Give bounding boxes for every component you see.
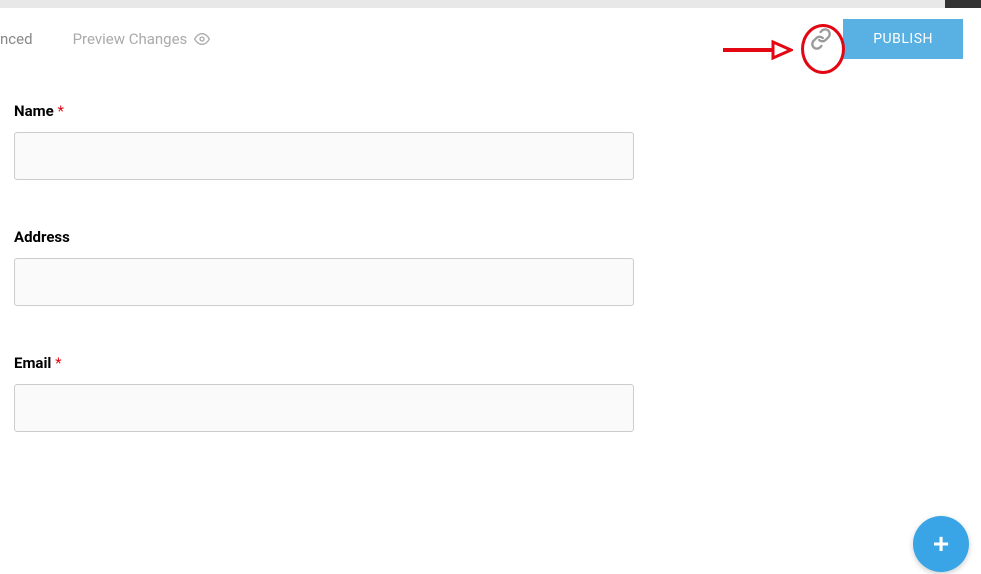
- top-bar-dark-segment: [945, 0, 981, 8]
- preview-changes-button[interactable]: Preview Changes: [73, 30, 211, 48]
- form-group-email: Email *: [14, 354, 967, 432]
- form-group-address: Address: [14, 228, 967, 306]
- name-input[interactable]: [14, 132, 634, 180]
- name-label-text: Name: [14, 102, 54, 120]
- email-label: Email *: [14, 354, 967, 372]
- form-group-name: Name *: [14, 102, 967, 180]
- address-label-text: Address: [14, 228, 70, 246]
- publish-button[interactable]: PUBLISH: [843, 19, 963, 59]
- required-mark: *: [55, 354, 61, 372]
- link-button[interactable]: [809, 27, 833, 51]
- header-row: nced Preview Changes PUBLISH: [0, 8, 981, 70]
- required-mark: *: [57, 102, 63, 120]
- form-container: Name * Address Email *: [0, 70, 981, 432]
- top-thin-bar: [0, 0, 981, 8]
- address-input[interactable]: [14, 258, 634, 306]
- name-label: Name *: [14, 102, 967, 120]
- address-label: Address: [14, 228, 967, 246]
- link-icon: [809, 27, 833, 51]
- add-fab-button[interactable]: +: [913, 516, 969, 572]
- preview-changes-label: Preview Changes: [73, 30, 188, 48]
- plus-icon: +: [933, 528, 949, 560]
- email-input[interactable]: [14, 384, 634, 432]
- advanced-tab-partial[interactable]: nced: [0, 30, 33, 48]
- eye-icon: [194, 31, 210, 47]
- email-label-text: Email: [14, 354, 51, 372]
